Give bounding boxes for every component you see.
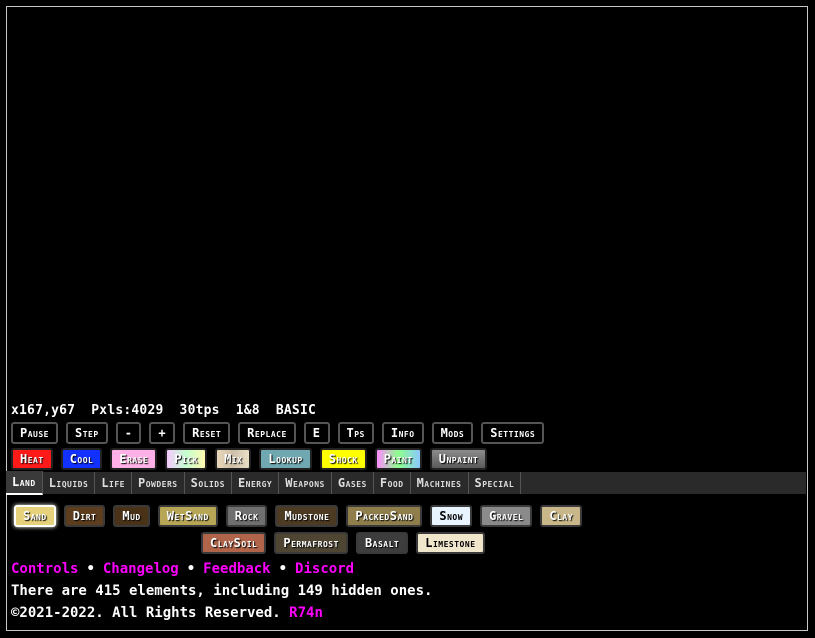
element-mud-button[interactable]: Mud [113, 505, 150, 527]
tool-mix-button[interactable]: Mix [215, 448, 252, 470]
category-tab-gases[interactable]: Gases [332, 472, 374, 494]
category-tabs: Land Liquids Life Powders Solids Energy Weapon… [6, 471, 806, 495]
replace-button[interactable]: Replace [238, 422, 296, 444]
element-snow-button[interactable]: Snow [430, 505, 473, 527]
element-permafrost-button[interactable]: Permafrost [274, 532, 348, 554]
element-dirt-button[interactable]: Dirt [63, 505, 106, 527]
element-basalt-button[interactable]: Basalt [355, 532, 409, 554]
category-tab-weapons[interactable]: Weapons [279, 472, 332, 494]
category-tab-special[interactable]: Special [469, 472, 522, 494]
category-tab-energy[interactable]: Energy [232, 472, 280, 494]
category-tab-solids[interactable]: Solids [185, 472, 232, 494]
element-clay-button[interactable]: Clay [540, 505, 583, 527]
e-button[interactable]: E [303, 422, 330, 444]
copyright-line: ©2021-2022. All Rights Reserved. R74n [11, 605, 323, 621]
discord-link[interactable]: Discord [295, 561, 354, 577]
tool-erase-button[interactable]: Erase [110, 448, 158, 470]
plus-button[interactable]: + [149, 422, 176, 444]
element-count-text: There are 415 elements, including 149 hi… [11, 583, 433, 599]
changelog-link[interactable]: Changelog [103, 561, 179, 577]
tool-lookup-button[interactable]: Lookup [259, 448, 312, 470]
footer-links: Controls • Changelog • Feedback • Discord [11, 561, 354, 577]
category-tab-powders[interactable]: Powders [132, 472, 185, 494]
category-tab-liquids[interactable]: Liquids [43, 472, 96, 494]
element-wetsand-button[interactable]: WetSand [157, 505, 218, 527]
tool-pick-button[interactable]: Pick [165, 448, 208, 470]
tool-bar: Heat Cool Erase Pick Mix Lookup Shock Paint Unpa… [11, 448, 488, 470]
element-rock-button[interactable]: Rock [225, 505, 268, 527]
element-sand-button[interactable]: Sand [14, 505, 56, 527]
link-separator: • [86, 561, 95, 577]
tps-button[interactable]: Tps [337, 422, 374, 444]
copyright-text: ©2021-2022. All Rights Reserved. [11, 605, 281, 621]
element-gravel-button[interactable]: Gravel [480, 505, 533, 527]
tool-heat-button[interactable]: Heat [11, 448, 53, 470]
tool-cool-button[interactable]: Cool [60, 448, 103, 470]
stats-bar: x167,y67 Pxls:4029 30tps 1&8 BASIC [11, 403, 317, 418]
element-buttons-row-1: Sand Dirt Mud WetSand Rock Mudstone PackedSand… [14, 505, 583, 527]
element-packedsand-button[interactable]: PackedSand [346, 505, 423, 527]
link-separator: • [186, 561, 196, 577]
link-separator: • [278, 561, 288, 577]
tool-paint-button[interactable]: Paint [374, 448, 422, 470]
minus-button[interactable]: - [115, 422, 142, 444]
author-link[interactable]: R74n [289, 605, 323, 621]
tool-unpaint-button[interactable]: Unpaint [429, 448, 488, 470]
category-tab-life[interactable]: Life [95, 472, 132, 494]
mods-button[interactable]: Mods [431, 422, 474, 444]
element-limestone-button[interactable]: Limestone [416, 532, 485, 554]
control-bar: Pause Step - + Reset Replace E Tps Info Mods Setti… [11, 422, 545, 444]
pause-button[interactable]: Pause [11, 422, 58, 444]
feedback-link[interactable]: Feedback [203, 561, 270, 577]
settings-button[interactable]: Settings [481, 422, 545, 444]
info-button[interactable]: Info [381, 422, 424, 444]
category-tab-food[interactable]: Food [374, 472, 411, 494]
step-button[interactable]: Step [66, 422, 108, 444]
element-mudstone-button[interactable]: Mudstone [275, 505, 339, 527]
category-tab-land[interactable]: Land [6, 471, 43, 495]
controls-link[interactable]: Controls [11, 561, 78, 577]
element-claysoil-button[interactable]: ClaySoil [201, 532, 267, 554]
element-buttons-row-2: ClaySoil Permafrost Basalt Limestone [201, 532, 485, 554]
reset-button[interactable]: Reset [183, 422, 231, 444]
category-tab-machines[interactable]: Machines [411, 472, 469, 494]
tool-shock-button[interactable]: Shock [319, 448, 367, 470]
